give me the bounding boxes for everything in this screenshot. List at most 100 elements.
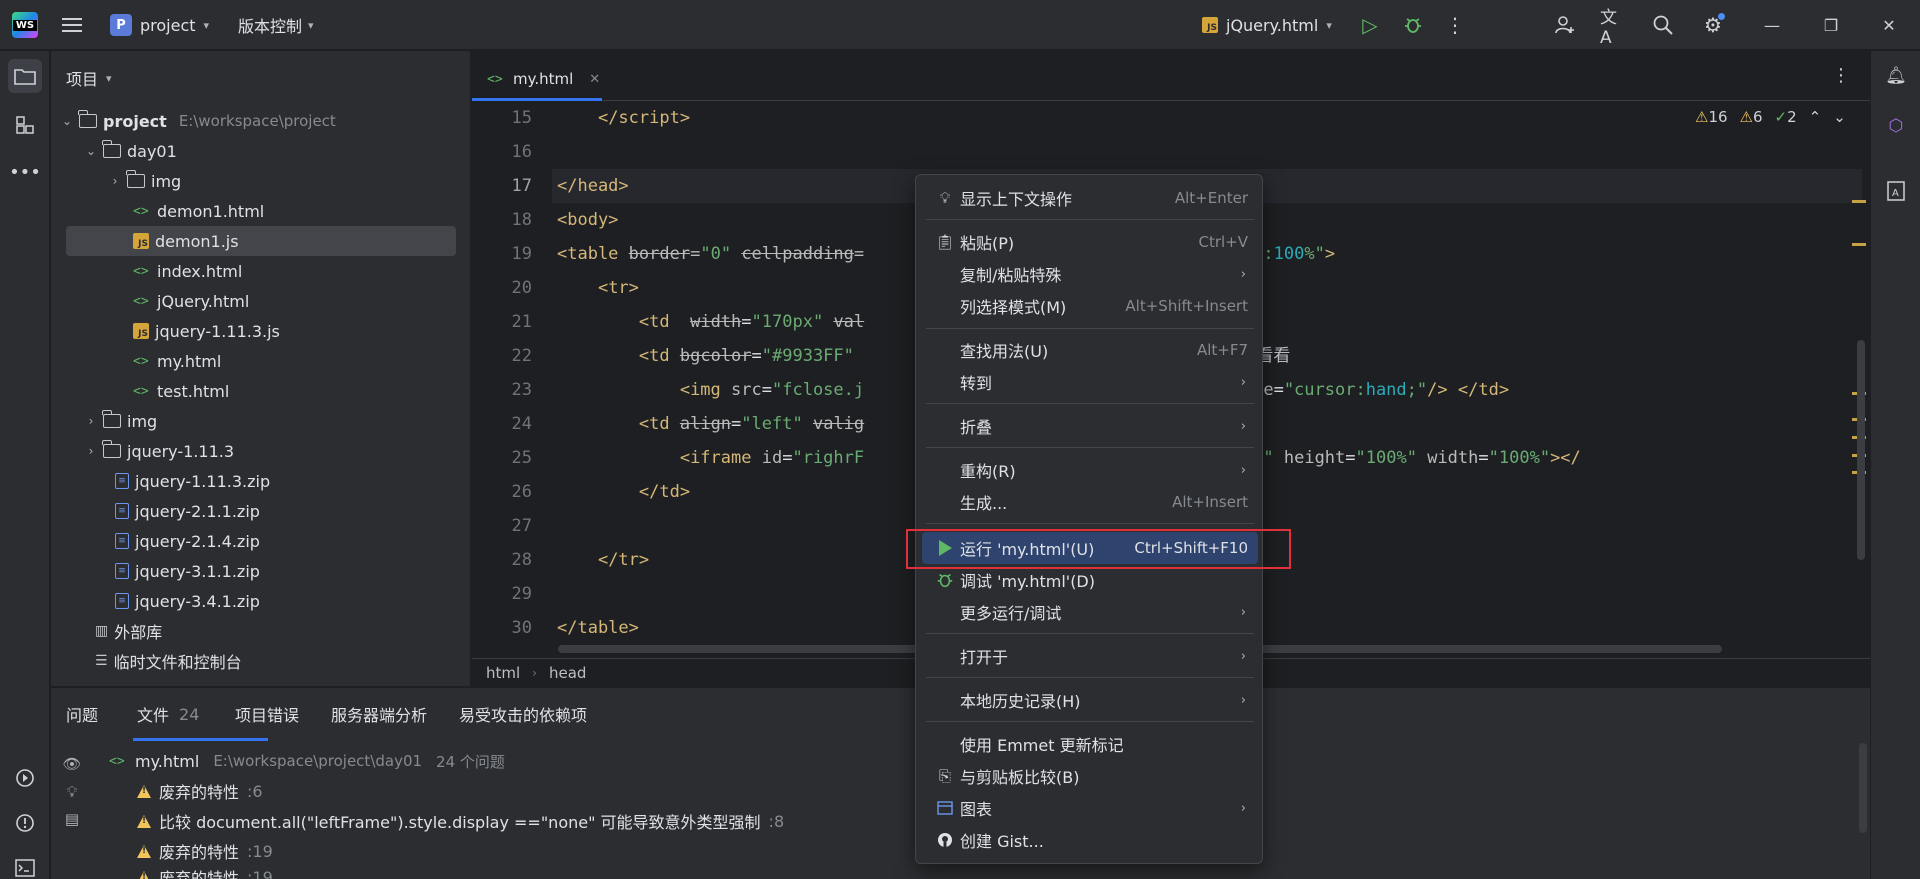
menu-item-goto[interactable]: 转到 › bbox=[922, 366, 1258, 398]
inspection-widget[interactable]: ⚠16 ⚠6 ✓2 ⌃ ⌄ bbox=[1695, 108, 1846, 126]
tree-item-demon1-js[interactable]: JS demon1.js bbox=[66, 226, 456, 256]
menu-item-paste[interactable]: 📋︎ 粘贴(P) Ctrl+V bbox=[922, 226, 1258, 258]
close-icon[interactable]: ✕ bbox=[1874, 12, 1904, 38]
menu-item-find-usages[interactable]: 查找用法(U) Alt+F7 bbox=[922, 334, 1258, 366]
chevron-up-icon[interactable]: ⌃ bbox=[1809, 108, 1822, 126]
tree-item-img[interactable]: › img bbox=[109, 166, 181, 196]
problem-item[interactable]: 废弃的特性 :6 bbox=[137, 776, 263, 806]
tree-item-zip[interactable]: ≡ jquery-1.11.3.zip bbox=[115, 466, 270, 496]
code-line: </script> bbox=[597, 108, 691, 128]
tab-my-html[interactable]: <> my.html ✕ bbox=[487, 61, 600, 97]
more-vertical-icon[interactable]: ⋮ bbox=[1442, 12, 1468, 38]
bulb-icon[interactable]: 💡︎ bbox=[61, 781, 83, 803]
tab-server-analysis[interactable]: 服务器端分析 bbox=[331, 688, 427, 740]
main-menu-icon[interactable] bbox=[60, 13, 84, 37]
structure-icon[interactable] bbox=[8, 108, 42, 142]
vcs-selector[interactable]: 版本控制 ▾ bbox=[238, 11, 314, 39]
problem-item[interactable]: 比较 document.all("leftFrame").style.displ… bbox=[137, 806, 784, 836]
error-stripe-mark[interactable] bbox=[1852, 200, 1866, 203]
services-icon[interactable] bbox=[8, 761, 42, 795]
line-number: 24 bbox=[511, 414, 532, 434]
menu-item-show-context-actions[interactable]: 💡︎ 显示上下文操作 Alt+Enter bbox=[922, 182, 1258, 214]
run-icon[interactable]: ▷ bbox=[1357, 12, 1383, 38]
bulb-icon: 💡︎ bbox=[939, 189, 951, 207]
tree-item-external-libs[interactable]: ▥ 外部库 bbox=[95, 616, 162, 646]
tree-item-jquery-folder[interactable]: › jquery-1.11.3 bbox=[85, 436, 234, 466]
menu-item-open-in[interactable]: 打开于 › bbox=[922, 640, 1258, 672]
bell-icon[interactable]: 🔔︎ bbox=[1881, 61, 1911, 91]
menu-item-generate[interactable]: 生成... Alt+Insert bbox=[922, 486, 1258, 518]
problem-file-row[interactable]: <> my.html E:\workspace\project\day01 24… bbox=[109, 746, 505, 776]
tree-item-jquery-js[interactable]: JS jquery-1.11.3.js bbox=[133, 316, 280, 346]
menu-item-copy-paste-special[interactable]: 复制/粘贴特殊 › bbox=[922, 258, 1258, 290]
tree-item-scratches[interactable]: ☰ 临时文件和控制台 bbox=[95, 646, 242, 676]
restore-icon[interactable]: ❐ bbox=[1816, 12, 1846, 38]
editor-vertical-scrollbar[interactable] bbox=[1857, 340, 1865, 560]
app-logo-icon[interactable]: WS bbox=[12, 12, 38, 38]
problems-scrollbar[interactable] bbox=[1859, 743, 1867, 833]
ai-assistant-icon[interactable]: ⬡ bbox=[1881, 111, 1911, 141]
menu-item-create-gist[interactable]: 创建 Gist... bbox=[922, 824, 1258, 856]
tree-item-zip[interactable]: ≡ jquery-3.4.1.zip bbox=[115, 586, 260, 616]
tree-item-label: jquery-2.1.1.zip bbox=[135, 501, 260, 521]
eye-icon[interactable]: 👁︎ bbox=[61, 753, 83, 775]
tab-file[interactable]: 文件 24 bbox=[137, 688, 199, 740]
problem-item[interactable]: 废弃的特性 :19 bbox=[137, 862, 273, 879]
breadcrumb-item[interactable]: html bbox=[486, 664, 520, 682]
tree-item-day01[interactable]: ⌄ day01 bbox=[85, 136, 177, 166]
terminal-icon[interactable] bbox=[8, 851, 42, 879]
error-stripe-mark[interactable] bbox=[1852, 243, 1866, 246]
search-icon[interactable] bbox=[1650, 12, 1676, 38]
tree-item-zip[interactable]: ≡ jquery-2.1.4.zip bbox=[115, 526, 260, 556]
folder-icon[interactable] bbox=[8, 59, 42, 93]
tab-problems[interactable]: 问题 bbox=[66, 688, 98, 740]
dictionary-icon[interactable]: A bbox=[1881, 176, 1911, 206]
tree-item-index-html[interactable]: <> index.html bbox=[133, 256, 242, 286]
more-horizontal-icon[interactable]: ••• bbox=[8, 155, 42, 189]
close-icon[interactable]: ✕ bbox=[589, 72, 600, 87]
breadcrumb-item[interactable]: head bbox=[549, 664, 586, 682]
debug-icon[interactable] bbox=[1400, 12, 1426, 38]
chevron-right-icon: › bbox=[1240, 266, 1246, 282]
tree-item-my-html[interactable]: <> my.html bbox=[133, 346, 221, 376]
chevron-right-icon[interactable]: › bbox=[109, 174, 121, 188]
project-panel-header[interactable]: 项目 ▾ bbox=[66, 66, 112, 90]
add-user-icon[interactable] bbox=[1552, 12, 1578, 38]
chevron-right-icon[interactable]: › bbox=[85, 444, 97, 458]
chevron-right-icon[interactable]: › bbox=[85, 414, 97, 428]
tab-project-errors[interactable]: 项目错误 bbox=[235, 688, 299, 740]
problems-icon[interactable] bbox=[8, 806, 42, 840]
menu-item-compare-clipboard[interactable]: ⎘ 与剪贴板比较(B) bbox=[922, 760, 1258, 792]
chevron-down-icon[interactable]: ⌄ bbox=[61, 114, 73, 128]
more-vertical-icon[interactable]: ⋮ bbox=[1832, 65, 1850, 86]
tree-item-project[interactable]: ⌄ project E:\workspace\project bbox=[61, 106, 336, 136]
html-file-icon: <> bbox=[487, 71, 503, 87]
chevron-down-icon[interactable]: ⌄ bbox=[85, 144, 97, 158]
translate-icon[interactable]: 文A bbox=[1600, 8, 1626, 48]
tree-item-img-root[interactable]: › img bbox=[85, 406, 157, 436]
menu-item-diagrams[interactable]: 图表 › bbox=[922, 792, 1258, 824]
menu-item-local-history[interactable]: 本地历史记录(H) › bbox=[922, 684, 1258, 716]
gear-icon[interactable]: ⚙ bbox=[1700, 12, 1726, 38]
tree-item-zip[interactable]: ≡ jquery-3.1.1.zip bbox=[115, 556, 260, 586]
left-tool-strip: ••• bbox=[0, 51, 50, 879]
tab-vulnerable-deps[interactable]: 易受攻击的依赖项 bbox=[459, 688, 587, 740]
run-config-selector[interactable]: JS jQuery.html ▾ bbox=[1202, 11, 1332, 39]
menu-item-column-selection[interactable]: 列选择模式(M) Alt+Shift+Insert bbox=[922, 290, 1258, 322]
tree-item-jquery-html[interactable]: <> jQuery.html bbox=[133, 286, 249, 316]
tree-item-zip[interactable]: ≡ jquery-2.1.1.zip bbox=[115, 496, 260, 526]
project-selector[interactable]: P project ▾ bbox=[110, 11, 209, 39]
html-file-icon: <> bbox=[133, 383, 149, 399]
chevron-down-icon[interactable]: ⌄ bbox=[1833, 108, 1846, 126]
menu-item-refactor[interactable]: 重构(R) › bbox=[922, 454, 1258, 486]
preview-icon[interactable]: ▤ bbox=[61, 808, 83, 830]
tree-item-demon1-html[interactable]: <> demon1.html bbox=[133, 196, 264, 226]
tree-item-test-html[interactable]: <> test.html bbox=[133, 376, 229, 406]
menu-item-more-run-debug[interactable]: 更多运行/调试 › bbox=[922, 596, 1258, 628]
menu-item-emmet-update[interactable]: 使用 Emmet 更新标记 bbox=[922, 728, 1258, 760]
tree-item-label: 临时文件和控制台 bbox=[113, 653, 242, 672]
menu-item-folding[interactable]: 折叠 › bbox=[922, 410, 1258, 442]
menu-separator bbox=[926, 677, 1254, 678]
folder-icon bbox=[78, 110, 97, 128]
minimize-icon[interactable]: — bbox=[1757, 12, 1787, 38]
